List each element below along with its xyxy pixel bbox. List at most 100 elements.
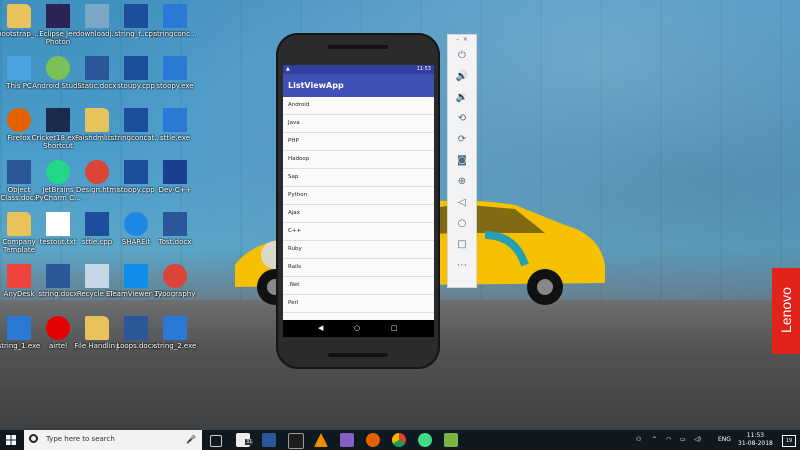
emulator-taskbar-icon[interactable]	[444, 433, 458, 447]
taskbar-date: 31-08-2018	[738, 440, 773, 447]
shareit-icon	[124, 212, 148, 236]
firefox-icon[interactable]	[366, 433, 380, 447]
devcpp-icon	[163, 160, 187, 184]
back-icon[interactable]: ◁	[448, 192, 476, 213]
desktop-icon[interactable]: Typography	[148, 262, 202, 318]
mail-badge: 31	[245, 439, 254, 445]
cpp-icon	[124, 160, 148, 184]
volume-up-icon[interactable]: 🔊	[448, 66, 476, 87]
android-icon	[46, 56, 70, 80]
list-item[interactable]: Ruby	[283, 241, 434, 259]
power-icon[interactable]: ⏻	[448, 45, 476, 66]
terminal-icon[interactable]	[288, 433, 304, 449]
wifi-icon[interactable]: ◠	[666, 436, 671, 443]
list-item[interactable]: Rails	[283, 259, 434, 277]
pycharm-icon	[46, 160, 70, 184]
android-nav-bar: ◀ ○ □	[283, 320, 434, 337]
list-item[interactable]: Sap	[283, 169, 434, 187]
search-icon	[29, 434, 38, 443]
nav-back-icon[interactable]: ◀	[318, 324, 323, 332]
people-icon[interactable]: ⚇	[636, 436, 641, 443]
search-placeholder: Type here to search	[46, 435, 115, 443]
taskbar-clock[interactable]: 11:53 31-08-2018	[738, 432, 773, 448]
list-item[interactable]: Android	[283, 97, 434, 115]
rotate-left-icon[interactable]: ⟲	[448, 108, 476, 129]
desktop-icon-label: string_2.exe	[153, 342, 197, 350]
list-item[interactable]: Perl	[283, 295, 434, 313]
nav-home-icon[interactable]: ○	[354, 324, 360, 332]
list-item[interactable]: Python	[283, 187, 434, 205]
chrome-icon	[85, 160, 109, 184]
list-item[interactable]: Ajax	[283, 205, 434, 223]
list-item[interactable]: Java	[283, 115, 434, 133]
close-icon[interactable]: ×	[463, 36, 468, 43]
taskbar-search[interactable]: Type here to search 🎤	[24, 430, 202, 450]
nav-overview-icon[interactable]: □	[391, 324, 398, 332]
firefox-icon	[7, 108, 31, 132]
overview-icon[interactable]: □	[448, 234, 476, 255]
word-icon	[46, 264, 70, 288]
volume-down-icon[interactable]: 🔉	[448, 87, 476, 108]
rotate-right-icon[interactable]: ⟳	[448, 129, 476, 150]
notification-center[interactable]: 19	[782, 435, 796, 447]
cpp-icon	[124, 108, 148, 132]
warning-icon: ▲	[286, 66, 290, 72]
battery-icon[interactable]: ▭	[680, 436, 686, 443]
image-icon	[85, 4, 109, 28]
desktop-icon-label: stringconc...	[153, 30, 197, 38]
desktop-icon[interactable]: sttle.exe	[148, 106, 202, 162]
windows-start-icon[interactable]	[6, 435, 16, 445]
zoom-icon[interactable]: ⊕	[448, 171, 476, 192]
task-view-icon[interactable]	[210, 435, 222, 447]
android-studio-icon[interactable]	[418, 433, 432, 447]
word-icon	[124, 316, 148, 340]
desktop-icon[interactable]: stringconc...	[148, 2, 202, 58]
list-view[interactable]: Android Java PHP Hadoop Sap Python Ajax C++ Ruby…	[283, 97, 434, 313]
vlc-icon[interactable]	[314, 433, 328, 447]
exe-icon	[163, 56, 187, 80]
list-item[interactable]: .Net	[283, 277, 434, 295]
word-icon	[163, 212, 187, 236]
microphone-icon[interactable]: 🎤	[186, 435, 196, 444]
language-indicator[interactable]: ENG	[718, 436, 731, 443]
chrome-icon	[163, 264, 187, 288]
chrome-icon[interactable]	[392, 433, 406, 447]
emulator-screen[interactable]: ▲ 11:53 ListViewApp Android Java PHP Hadoop…	[283, 65, 434, 337]
emulator-toolbar: – × ⏻ 🔊 🔉 ⟲ ⟳ ◙ ⊕ ◁ ○ □ ⋯	[447, 34, 477, 288]
folder-icon	[85, 316, 109, 340]
emulator-window-controls: – ×	[448, 35, 476, 45]
minimize-icon[interactable]: –	[456, 36, 459, 43]
desktop-icon[interactable]: Tost.docx	[148, 210, 202, 266]
airtel-icon	[46, 316, 70, 340]
desktop-icon-label: Dev-C++	[158, 186, 192, 194]
app-title: ListViewApp	[283, 74, 434, 97]
home-icon[interactable]: ○	[448, 213, 476, 234]
cpp-icon	[85, 212, 109, 236]
taskbar-time: 11:53	[746, 432, 765, 439]
eclipse-icon	[46, 4, 70, 28]
list-item[interactable]: C++	[283, 223, 434, 241]
exe-icon	[163, 4, 187, 28]
android-status-bar: ▲ 11:53	[283, 65, 434, 74]
lenovo-logo: Lenovo	[772, 268, 800, 354]
cpp-icon	[124, 4, 148, 28]
bin-icon	[85, 264, 109, 288]
volume-icon[interactable]: ◁)	[694, 436, 701, 443]
desktop-icon-label: Typography	[154, 290, 196, 298]
chevron-up-icon[interactable]: ⌃	[652, 436, 657, 443]
list-item[interactable]: Hadoop	[283, 151, 434, 169]
camera-icon[interactable]: ◙	[448, 150, 476, 171]
lenovo-text: Lenovo	[778, 287, 794, 333]
status-time: 11:53	[416, 66, 431, 72]
more-icon[interactable]: ⋯	[448, 255, 476, 276]
visual-studio-icon[interactable]	[340, 433, 354, 447]
folder-icon	[85, 108, 109, 132]
desktop-icon[interactable]: Dev-C++	[148, 158, 202, 214]
store-icon[interactable]	[262, 433, 276, 447]
teamviewer-icon	[124, 264, 148, 288]
desktop-icon[interactable]: string_2.exe	[148, 314, 202, 370]
desktop-icon-label: stoopy.exe	[156, 82, 194, 90]
list-item[interactable]: PHP	[283, 133, 434, 151]
taskbar: Type here to search 🎤 31 ⚇ ⌃ ◠ ▭ ◁) ENG …	[0, 430, 800, 450]
desktop-icon[interactable]: stoopy.exe	[148, 54, 202, 110]
